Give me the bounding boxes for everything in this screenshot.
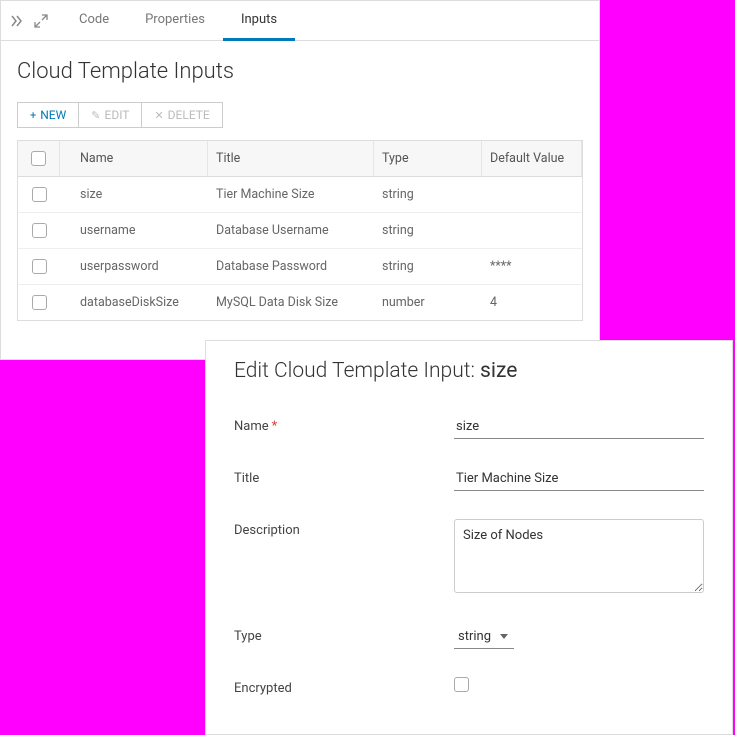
cell-title: Database Password	[208, 249, 374, 284]
delete-label: DELETE	[168, 108, 210, 122]
header-name[interactable]: Name	[60, 141, 208, 176]
tab-bar: Code Properties Inputs	[1, 1, 599, 41]
edit-panel-title: Edit Cloud Template Input: size	[234, 359, 704, 383]
form-row-title: Title	[234, 467, 704, 491]
label-encrypted: Encrypted	[234, 677, 454, 696]
plus-icon: +	[30, 109, 36, 122]
edit-heading-text: Edit Cloud Template Input:	[234, 359, 480, 383]
toolbar: + NEW ✎ EDIT ✕ DELETE	[1, 102, 599, 140]
main-panel: Code Properties Inputs Cloud Template In…	[0, 0, 600, 360]
type-select[interactable]: string	[454, 625, 514, 649]
new-label: NEW	[40, 108, 66, 122]
tab-icons	[9, 13, 61, 29]
row-check	[18, 285, 60, 320]
cell-type: string	[374, 177, 482, 212]
cell-default	[482, 213, 582, 248]
name-input[interactable]	[454, 415, 704, 439]
cell-type: string	[374, 213, 482, 248]
tab-inputs[interactable]: Inputs	[223, 1, 295, 41]
row-check	[18, 177, 60, 212]
cell-default: 4	[482, 285, 582, 320]
header-default[interactable]: Default Value	[482, 141, 582, 176]
cell-name: size	[60, 177, 208, 212]
cell-title: Tier Machine Size	[208, 177, 374, 212]
cell-name: username	[60, 213, 208, 248]
header-check	[18, 141, 60, 176]
tab-properties[interactable]: Properties	[127, 1, 223, 41]
edit-panel: Edit Cloud Template Input: size Name* Ti…	[205, 340, 733, 735]
pencil-icon: ✎	[91, 109, 100, 122]
cell-title: MySQL Data Disk Size	[208, 285, 374, 320]
label-type: Type	[234, 625, 454, 644]
cell-name: databaseDiskSize	[60, 285, 208, 320]
tab-code[interactable]: Code	[61, 1, 127, 41]
row-checkbox[interactable]	[32, 223, 47, 238]
description-textarea[interactable]: Size of Nodes	[454, 519, 704, 593]
label-name: Name*	[234, 415, 454, 434]
inputs-table: Name Title Type Default Value size Tier …	[17, 140, 583, 321]
cell-default	[482, 177, 582, 212]
table-row[interactable]: size Tier Machine Size string	[18, 177, 582, 213]
header-title[interactable]: Title	[208, 141, 374, 176]
form-row-name: Name*	[234, 415, 704, 439]
required-asterisk: *	[272, 419, 278, 434]
delete-button[interactable]: ✕ DELETE	[142, 102, 222, 128]
cell-type: string	[374, 249, 482, 284]
cell-name: userpassword	[60, 249, 208, 284]
page-title: Cloud Template Inputs	[1, 41, 599, 102]
row-checkbox[interactable]	[32, 295, 47, 310]
form-row-type: Type string	[234, 625, 704, 649]
header-type[interactable]: Type	[374, 141, 482, 176]
cell-title: Database Username	[208, 213, 374, 248]
edit-heading-value: size	[480, 359, 517, 383]
row-check	[18, 213, 60, 248]
cell-type: number	[374, 285, 482, 320]
select-all-checkbox[interactable]	[31, 151, 46, 166]
label-description: Description	[234, 519, 454, 538]
row-check	[18, 249, 60, 284]
table-row[interactable]: databaseDiskSize MySQL Data Disk Size nu…	[18, 285, 582, 320]
type-select-wrap: string	[454, 625, 514, 649]
x-icon: ✕	[154, 109, 163, 122]
encrypted-checkbox[interactable]	[454, 677, 469, 692]
row-checkbox[interactable]	[32, 259, 47, 274]
chevrons-right-icon[interactable]	[9, 13, 25, 29]
edit-label: EDIT	[105, 108, 130, 122]
cell-default: ****	[482, 249, 582, 284]
table-row[interactable]: userpassword Database Password string **…	[18, 249, 582, 285]
new-button[interactable]: + NEW	[17, 102, 79, 128]
edit-button[interactable]: ✎ EDIT	[79, 102, 142, 128]
table-header: Name Title Type Default Value	[18, 141, 582, 177]
form-row-description: Description Size of Nodes	[234, 519, 704, 597]
table-row[interactable]: username Database Username string	[18, 213, 582, 249]
form-row-encrypted: Encrypted	[234, 677, 704, 696]
expand-icon[interactable]	[33, 13, 49, 29]
label-title: Title	[234, 467, 454, 486]
title-input[interactable]	[454, 467, 704, 491]
row-checkbox[interactable]	[32, 187, 47, 202]
